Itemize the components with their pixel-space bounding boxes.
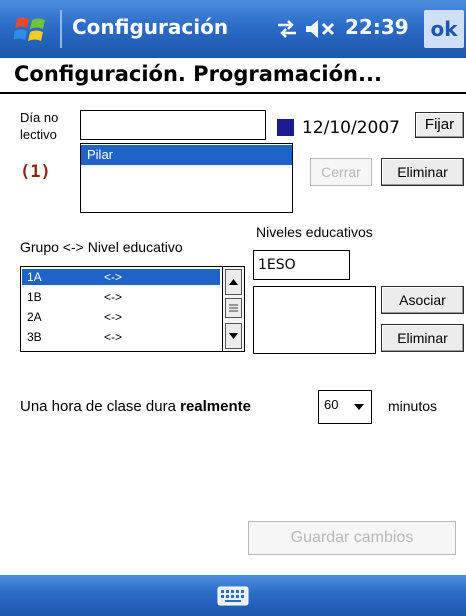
- holiday-label-line1: Día no: [20, 110, 59, 125]
- group-level-list[interactable]: 1A <-> 1B <-> 2A <-> 3B <->: [20, 266, 245, 352]
- holiday-list-item[interactable]: Pilar: [81, 145, 292, 165]
- associate-button[interactable]: Asociar: [381, 286, 464, 314]
- date-picker-icon[interactable]: [277, 119, 294, 136]
- delete-level-button[interactable]: Eliminar: [381, 324, 464, 352]
- heading-divider: [0, 92, 466, 94]
- levels-label: Niveles educativos: [256, 224, 373, 240]
- chevron-down-icon[interactable]: [354, 404, 364, 410]
- scroll-down-button[interactable]: [225, 323, 242, 349]
- minutes-label: minutos: [388, 398, 438, 414]
- class-duration-label: Una hora de clase dura realmente: [20, 398, 251, 415]
- list-item[interactable]: 1A <->: [22, 269, 220, 285]
- minutes-value[interactable]: 60: [324, 397, 338, 412]
- holiday-input[interactable]: [80, 110, 266, 140]
- app-title: Configuración: [72, 15, 229, 39]
- group-level-label: Grupo <-> Nivel educativo: [20, 239, 183, 255]
- list-item[interactable]: 3B <->: [22, 329, 220, 345]
- volume-muted-icon[interactable]: [304, 17, 338, 41]
- save-changes-button[interactable]: Guardar cambios: [248, 521, 456, 555]
- holiday-label: Día no lectivo: [20, 109, 58, 143]
- list-scrollbar[interactable]: [222, 267, 244, 351]
- group-link: <->: [104, 270, 123, 284]
- class-duration-emphasis: realmente: [180, 398, 251, 415]
- windows-logo-icon[interactable]: [14, 13, 48, 45]
- level-input[interactable]: 1ESO: [253, 250, 350, 280]
- holiday-date[interactable]: 12/10/2007: [302, 118, 400, 138]
- list-item[interactable]: 1B <->: [22, 289, 220, 305]
- chevron-down-icon: [229, 333, 238, 339]
- set-holiday-button[interactable]: Fijar: [415, 112, 464, 138]
- group-name: 1B: [27, 290, 42, 304]
- scroll-up-button[interactable]: [225, 269, 242, 295]
- page-title: Configuración. Programación...: [14, 62, 382, 86]
- clock[interactable]: 22:39: [345, 15, 409, 39]
- connectivity-icon[interactable]: [274, 17, 300, 41]
- group-link: <->: [104, 330, 123, 344]
- levels-list[interactable]: [253, 286, 376, 354]
- group-name: 3B: [27, 330, 42, 344]
- class-duration-text: Una hora de clase dura: [20, 398, 181, 415]
- title-separator: [60, 10, 62, 48]
- scroll-thumb[interactable]: [225, 298, 242, 318]
- group-name: 1A: [27, 270, 42, 284]
- group-link: <->: [104, 310, 123, 324]
- ok-button[interactable]: ok: [424, 10, 464, 48]
- group-link: <->: [104, 290, 123, 304]
- holiday-count: (1): [20, 162, 51, 182]
- chevron-up-icon: [229, 279, 238, 285]
- group-name: 2A: [27, 310, 42, 324]
- keyboard-icon[interactable]: [217, 585, 249, 607]
- delete-holiday-button[interactable]: Eliminar: [381, 158, 464, 186]
- holiday-label-line2: lectivo: [20, 127, 57, 142]
- grip-icon: [229, 304, 238, 312]
- close-button[interactable]: Cerrar: [310, 158, 372, 186]
- list-item[interactable]: 2A <->: [22, 309, 220, 325]
